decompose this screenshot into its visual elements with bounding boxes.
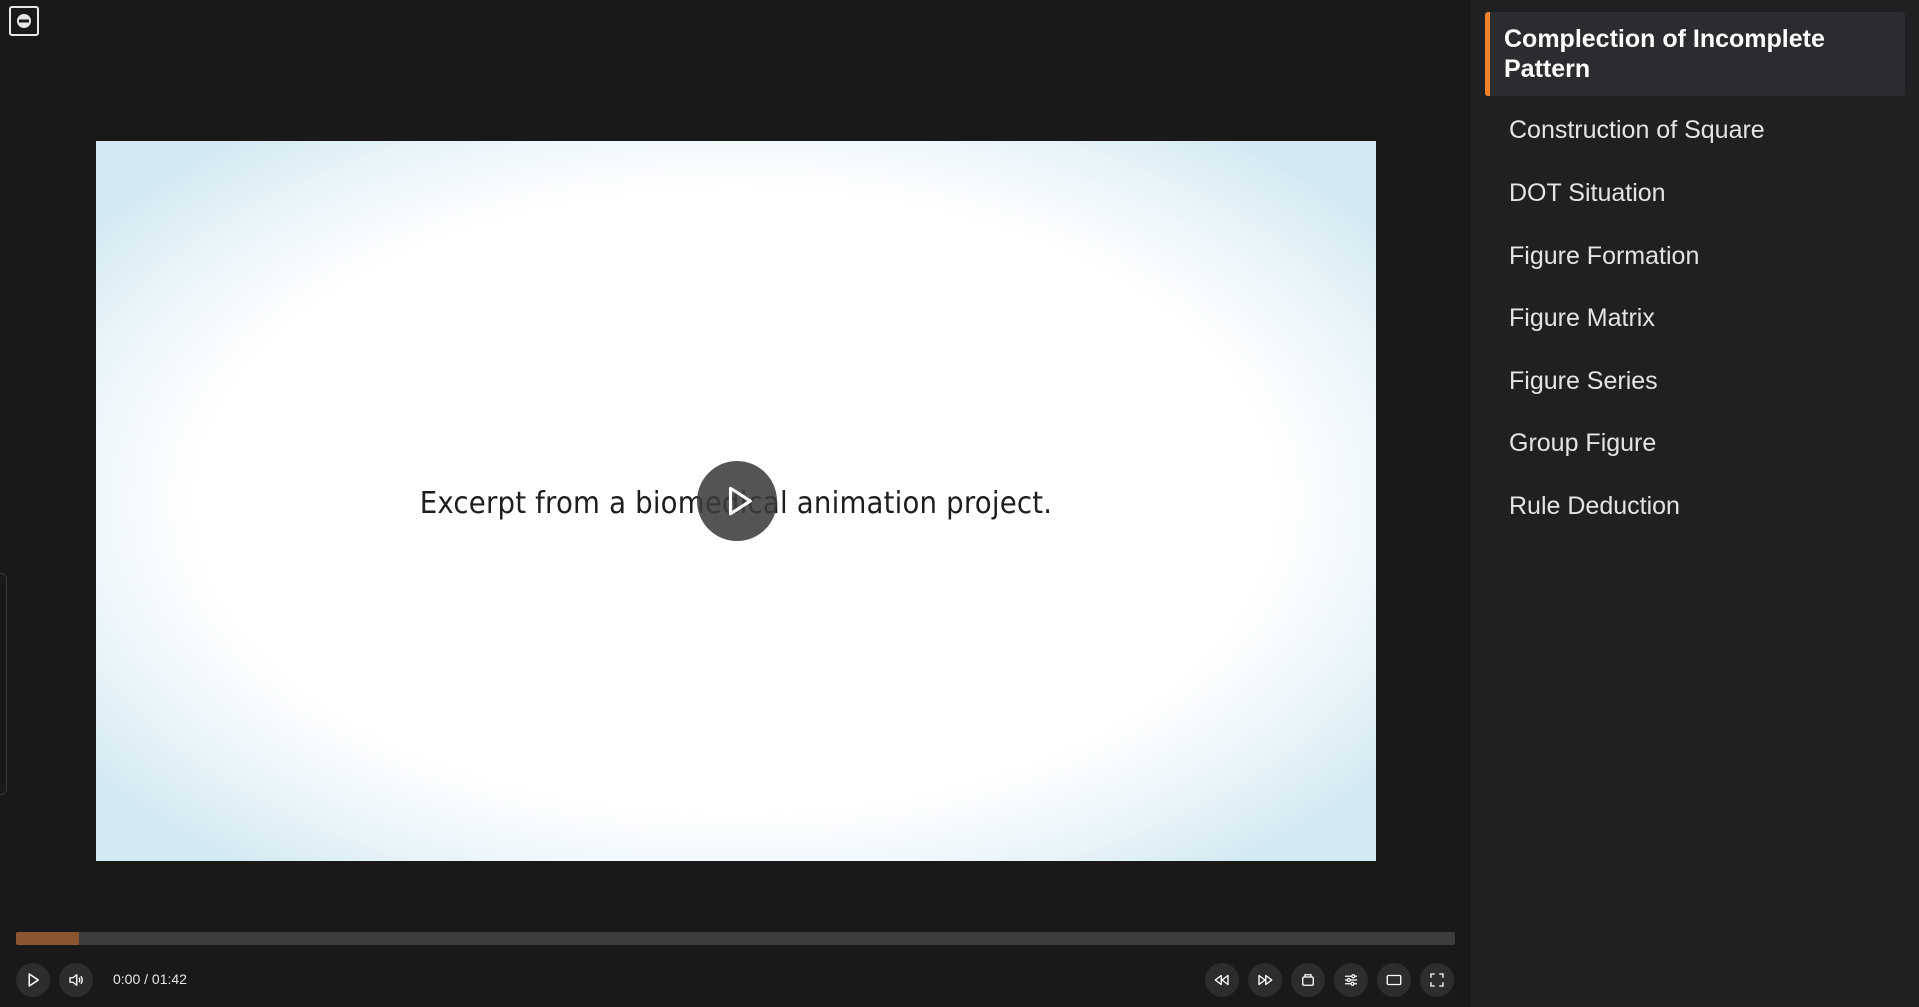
progress-bar[interactable] <box>16 932 1455 945</box>
video-player: Excerpt from a biomedical animation proj… <box>0 0 1471 1007</box>
playlist-item-construction-of-square[interactable]: Construction of Square <box>1485 115 1905 145</box>
volume-icon <box>69 974 83 986</box>
theater-mode-button[interactable] <box>1377 963 1411 997</box>
circle-logo-icon <box>17 14 31 28</box>
logo-icon[interactable] <box>9 6 39 36</box>
playlist-item-figure-series[interactable]: Figure Series <box>1485 366 1905 396</box>
playlist-item-figure-matrix[interactable]: Figure Matrix <box>1485 303 1905 333</box>
playlist-item-rule-deduction[interactable]: Rule Deduction <box>1485 491 1905 521</box>
fullscreen-icon <box>1430 973 1444 987</box>
playlist-sidebar: Complection of Incomplete Pattern Constr… <box>1471 0 1919 1007</box>
cast-button[interactable] <box>1291 963 1325 997</box>
time-display: 0:00 / 01:42 <box>113 971 187 987</box>
big-play-button[interactable] <box>697 461 777 541</box>
cast-icon <box>1302 974 1314 986</box>
fast-forward-button[interactable] <box>1248 963 1282 997</box>
rewind-button[interactable] <box>1205 963 1239 997</box>
play-icon <box>728 486 752 516</box>
settings-sliders-icon <box>1345 974 1357 986</box>
settings-button[interactable] <box>1334 963 1368 997</box>
fullscreen-button[interactable] <box>1420 963 1454 997</box>
playlist-item-complection-of-incomplete-pattern[interactable]: Complection of Incomplete Pattern <box>1485 12 1905 96</box>
rewind-icon <box>1214 974 1229 986</box>
playlist-item-group-figure[interactable]: Group Figure <box>1485 428 1905 458</box>
playlist-item-figure-formation[interactable]: Figure Formation <box>1485 241 1905 271</box>
play-button[interactable] <box>16 963 50 997</box>
volume-button[interactable] <box>59 963 93 997</box>
progress-fill <box>16 932 80 945</box>
fast-forward-icon <box>1258 974 1273 986</box>
play-icon <box>28 973 39 987</box>
theater-mode-icon <box>1386 974 1402 986</box>
playlist-item-dot-situation[interactable]: DOT Situation <box>1485 178 1905 208</box>
side-panel-handle[interactable] <box>0 573 7 795</box>
